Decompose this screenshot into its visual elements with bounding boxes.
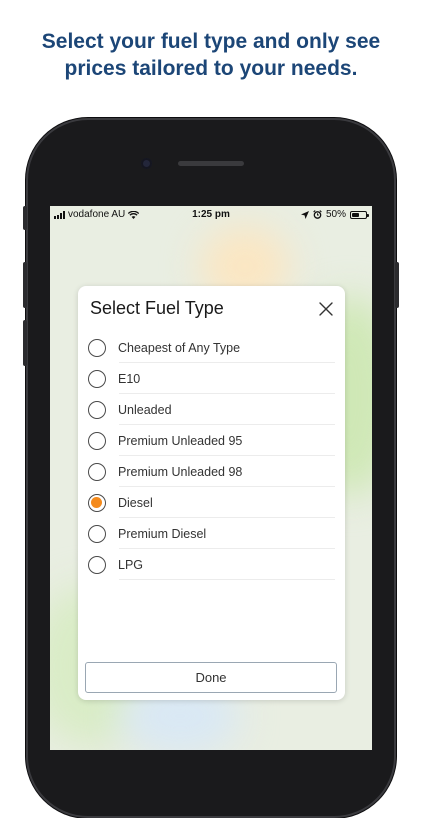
- radio-unselected-icon[interactable]: [88, 524, 106, 543]
- fuel-option-label: Cheapest of Any Type: [118, 340, 241, 355]
- dialog-title: Select Fuel Type: [90, 298, 224, 318]
- radio-unselected-icon[interactable]: [88, 369, 106, 388]
- headline-line-2: prices tailored to your needs.: [64, 57, 358, 80]
- fuel-type-options: Cheapest of Any Type E10 Unleaded Premium U…: [88, 332, 335, 580]
- alarm-icon: [313, 210, 322, 219]
- radio-unselected-icon[interactable]: [88, 555, 106, 574]
- radio-unselected-icon[interactable]: [88, 400, 106, 419]
- battery-level: [352, 212, 359, 217]
- done-button[interactable]: Done: [85, 662, 337, 693]
- radio-unselected-icon[interactable]: [88, 431, 106, 450]
- phone-volume-down-button: [23, 320, 27, 366]
- fuel-option-row[interactable]: Premium Diesel: [88, 518, 335, 549]
- close-button[interactable]: [317, 300, 335, 318]
- fuel-option-label: Premium Unleaded 98: [118, 464, 243, 479]
- fuel-option-label: Premium Diesel: [118, 526, 207, 541]
- fuel-option-label: E10: [118, 371, 141, 386]
- fuel-option-row[interactable]: Cheapest of Any Type: [88, 332, 335, 363]
- phone-screen: vodafone AU 1:25 pm 50% Select Fuel Type…: [50, 206, 372, 750]
- phone-volume-up-button: [23, 262, 27, 308]
- radio-unselected-icon[interactable]: [88, 338, 106, 357]
- fuel-option-row[interactable]: LPG: [88, 549, 335, 580]
- radio-unselected-icon[interactable]: [88, 462, 106, 481]
- fuel-option-row[interactable]: E10: [88, 363, 335, 394]
- phone-power-button: [395, 262, 399, 308]
- select-fuel-type-dialog: Select Fuel Type Cheapest of Any Type E10…: [78, 286, 345, 700]
- earpiece-speaker: [178, 161, 244, 166]
- front-camera: [141, 158, 152, 169]
- fuel-option-label: LPG: [118, 557, 144, 572]
- close-icon: [319, 302, 333, 316]
- phone-mute-switch: [23, 206, 27, 230]
- headline-line-1: Select your fuel type and only see: [41, 30, 381, 53]
- promo-headline: Select your fuel type and only see price…: [0, 28, 422, 82]
- fuel-option-label: Diesel: [118, 495, 153, 510]
- fuel-option-row[interactable]: Diesel: [88, 487, 335, 518]
- status-bar: vodafone AU 1:25 pm 50%: [50, 206, 372, 222]
- fuel-option-label: Premium Unleaded 95: [118, 433, 243, 448]
- fuel-option-row[interactable]: Premium Unleaded 98: [88, 456, 335, 487]
- location-arrow-icon: [300, 210, 309, 219]
- battery-percent: 50%: [325, 209, 346, 220]
- battery-icon: [350, 210, 369, 219]
- radio-selected-icon[interactable]: [88, 493, 106, 512]
- fuel-option-row[interactable]: Premium Unleaded 95: [88, 425, 335, 456]
- fuel-option-label: Unleaded: [118, 402, 172, 417]
- fuel-option-row[interactable]: Unleaded: [88, 394, 335, 425]
